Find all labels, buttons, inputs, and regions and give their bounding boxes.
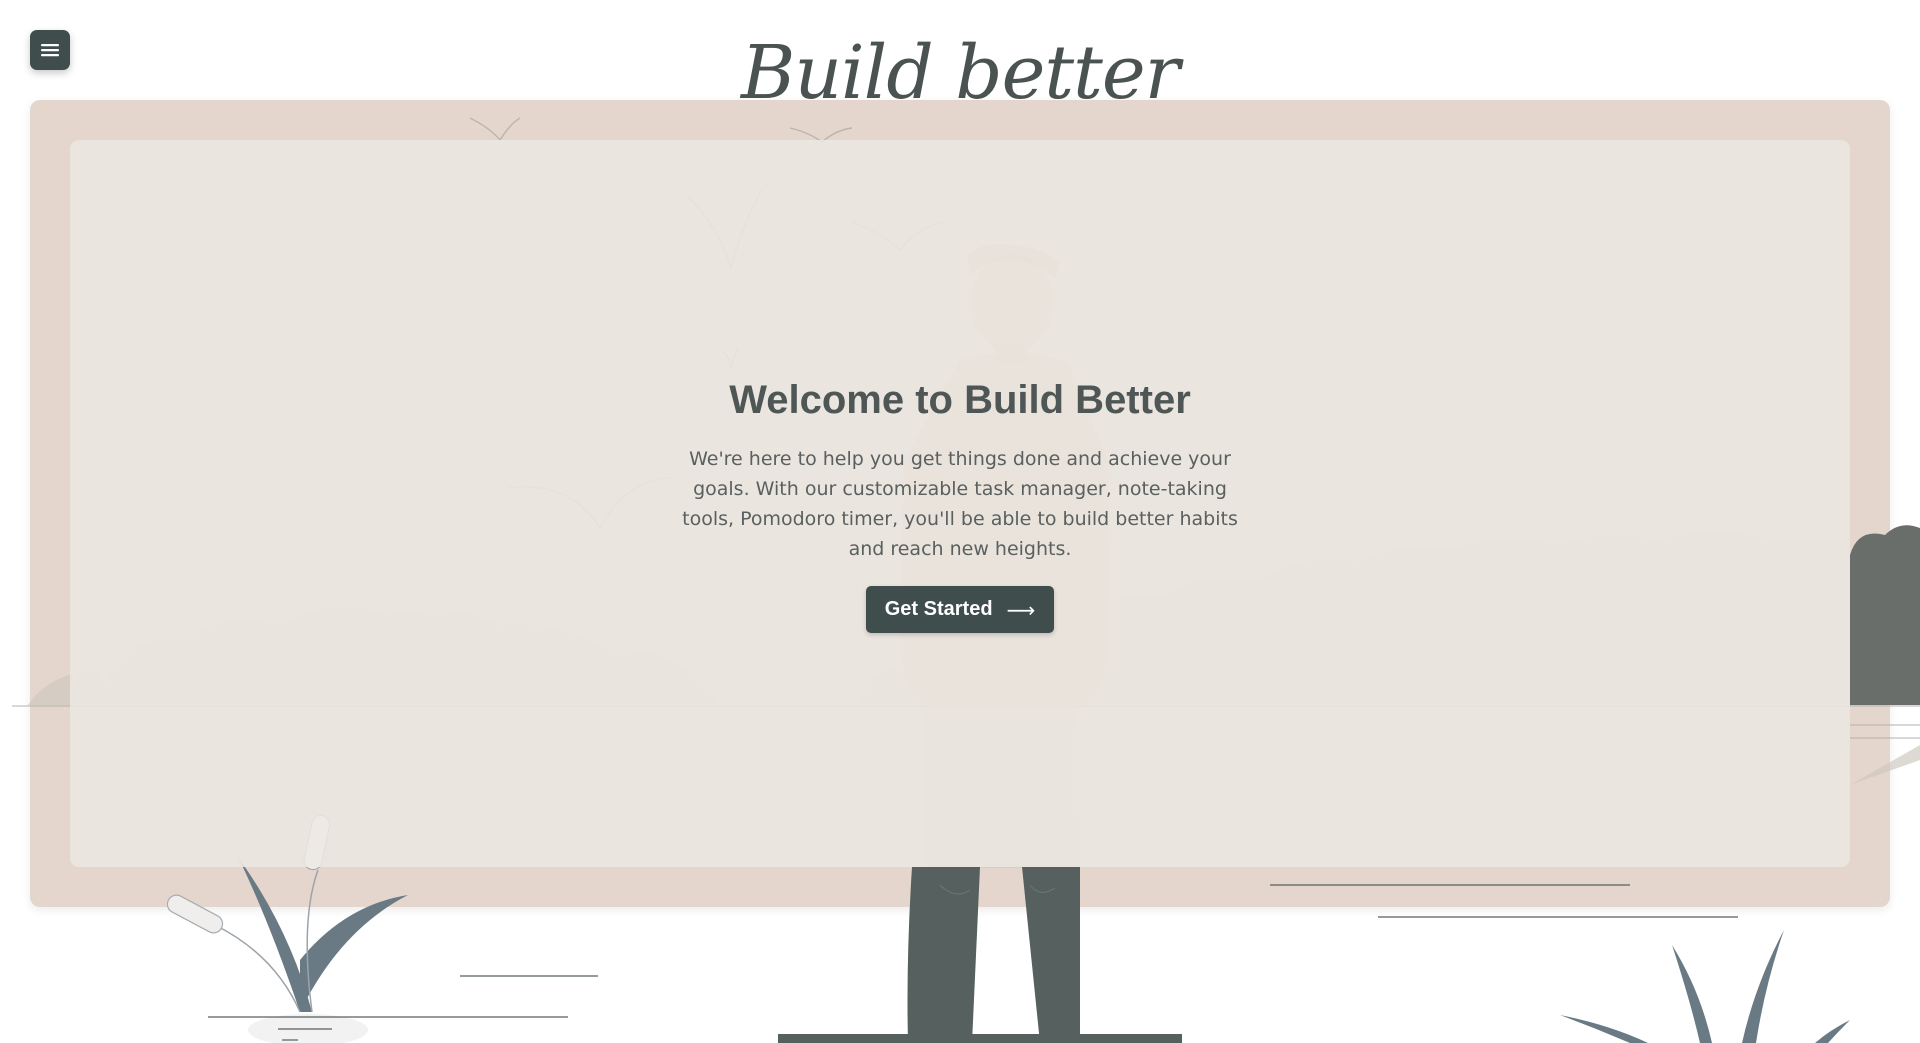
- hero-content: Welcome to Build Better We're here to he…: [660, 372, 1260, 633]
- get-started-button[interactable]: Get Started ⟶: [866, 586, 1054, 633]
- plant-right: [1560, 930, 1850, 1043]
- hero-description: We're here to help you get things done a…: [682, 448, 1238, 560]
- get-started-label: Get Started: [884, 598, 993, 620]
- menu-button[interactable]: [30, 30, 70, 70]
- brand-logo[interactable]: Build better: [0, 36, 1920, 110]
- hamburger-menu-icon: [41, 44, 59, 57]
- hero-title: Welcome to Build Better: [729, 378, 1191, 422]
- landing-page: Build better Welcome to Build Better We'…: [0, 0, 1920, 1043]
- arrow-right-icon: ⟶: [1006, 597, 1036, 622]
